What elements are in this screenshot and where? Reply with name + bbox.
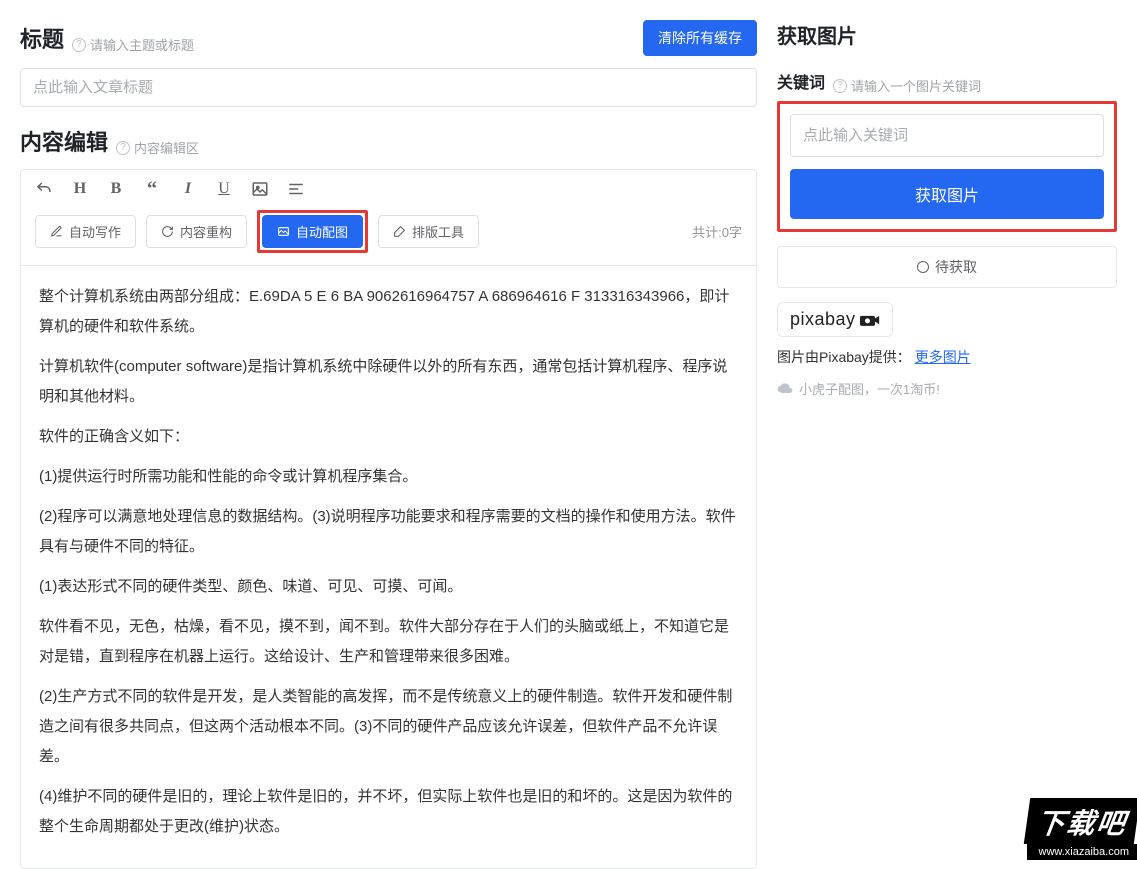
content-hint-text: 内容编辑区 bbox=[134, 138, 199, 157]
help-icon: ? bbox=[72, 38, 86, 52]
image-fetch-highlight: 获取图片 bbox=[777, 101, 1117, 232]
layout-tool-button[interactable]: 排版工具 bbox=[378, 215, 479, 248]
content-paragraph: (1)表达形式不同的硬件类型、颜色、味道、可见、可摸、可闻。 bbox=[39, 572, 738, 602]
tip-text: 小虎子配图，一次1淘币! bbox=[799, 379, 940, 398]
pixabay-logo: pixabay bbox=[777, 302, 893, 337]
heading-icon[interactable]: H bbox=[71, 180, 89, 198]
editor-content[interactable]: 整个计算机系统由两部分组成：E.69DA 5 E 6 BA 9062616964… bbox=[21, 266, 756, 868]
watermark-url: www.xiazaiba.com bbox=[1027, 844, 1137, 860]
content-paragraph: 软件看不见，无色，枯燥，看不见，摸不到，闻不到。软件大部分存在于人们的头脑或纸上… bbox=[39, 612, 738, 672]
content-paragraph: (2)程序可以满意地处理信息的数据结构。(3)说明程序功能要求和程序需要的文档的… bbox=[39, 502, 738, 562]
fetch-image-title: 获取图片 bbox=[777, 20, 1117, 49]
layout-tool-label: 排版工具 bbox=[412, 222, 464, 241]
clear-cache-button[interactable]: 清除所有缓存 bbox=[643, 20, 757, 56]
quote-icon[interactable]: “ bbox=[143, 180, 161, 198]
content-paragraph: (1)提供运行时所需功能和性能的命令或计算机程序集合。 bbox=[39, 462, 738, 492]
underline-icon[interactable]: U bbox=[215, 180, 233, 198]
pending-status: 待获取 bbox=[777, 246, 1117, 288]
align-left-icon[interactable] bbox=[287, 180, 305, 198]
watermark: 下载吧 www.xiazaiba.com bbox=[1027, 798, 1137, 860]
image-icon[interactable] bbox=[251, 180, 269, 198]
watermark-logo: 下载吧 bbox=[1024, 798, 1137, 844]
content-paragraph: (4)维护不同的硬件是旧的，理论上软件是旧的，并不坏，但实际上软件也是旧的和坏的… bbox=[39, 782, 738, 842]
content-edit-hint: ? 内容编辑区 bbox=[116, 138, 199, 157]
content-paragraph: (2)生产方式不同的软件是开发，是人类智能的高发挥，而不是传统意义上的硬件制造。… bbox=[39, 682, 738, 772]
cloud-icon bbox=[777, 383, 793, 395]
auto-image-highlight: 自动配图 bbox=[257, 210, 368, 253]
more-images-link[interactable]: 更多图片 bbox=[915, 349, 971, 365]
auto-image-label: 自动配图 bbox=[296, 222, 348, 241]
help-icon: ? bbox=[116, 141, 130, 155]
pending-label: 待获取 bbox=[935, 257, 977, 277]
camera-icon bbox=[860, 313, 880, 327]
auto-write-button[interactable]: 自动写作 bbox=[35, 215, 136, 248]
auto-image-button[interactable]: 自动配图 bbox=[262, 215, 363, 248]
editor-box: H B “ I U 自动写作 bbox=[20, 169, 757, 869]
keyword-input[interactable] bbox=[790, 114, 1104, 157]
content-paragraph: 整个计算机系统由两部分组成：E.69DA 5 E 6 BA 9062616964… bbox=[39, 282, 738, 342]
keyword-hint-text: 请输入一个图片关键词 bbox=[851, 76, 981, 95]
restructure-button[interactable]: 内容重构 bbox=[146, 215, 247, 248]
restructure-label: 内容重构 bbox=[180, 222, 232, 241]
title-section-header: 标题 ? 请输入主题或标题 清除所有缓存 bbox=[20, 20, 757, 56]
undo-icon[interactable] bbox=[35, 180, 53, 198]
auto-write-label: 自动写作 bbox=[69, 222, 121, 241]
attribution-prefix: 图片由Pixabay提供： bbox=[777, 349, 911, 365]
keyword-hint: ? 请输入一个图片关键词 bbox=[833, 76, 981, 95]
pixabay-text: pixabay bbox=[790, 309, 856, 330]
title-label: 标题 bbox=[20, 22, 64, 54]
content-paragraph: 软件的正确含义如下： bbox=[39, 422, 738, 452]
title-hint: ? 请输入主题或标题 bbox=[72, 35, 194, 54]
fetch-image-button[interactable]: 获取图片 bbox=[790, 169, 1104, 219]
word-count: 共计:0字 bbox=[692, 222, 742, 241]
image-attribution: 图片由Pixabay提供： 更多图片 bbox=[777, 347, 1117, 367]
article-title-input[interactable] bbox=[20, 68, 757, 107]
keyword-label: 关键词 bbox=[777, 69, 825, 93]
content-edit-label: 内容编辑 bbox=[20, 125, 108, 157]
bold-icon[interactable]: B bbox=[107, 180, 125, 198]
format-toolbar: H B “ I U bbox=[35, 180, 742, 198]
italic-icon[interactable]: I bbox=[179, 180, 197, 198]
content-paragraph: 计算机软件(computer software)是指计算机系统中除硬件以外的所有… bbox=[39, 352, 738, 412]
help-icon: ? bbox=[833, 79, 847, 93]
coin-tip: 小虎子配图，一次1淘币! bbox=[777, 379, 1117, 398]
circle-icon bbox=[917, 261, 929, 273]
title-hint-text: 请输入主题或标题 bbox=[90, 35, 194, 54]
